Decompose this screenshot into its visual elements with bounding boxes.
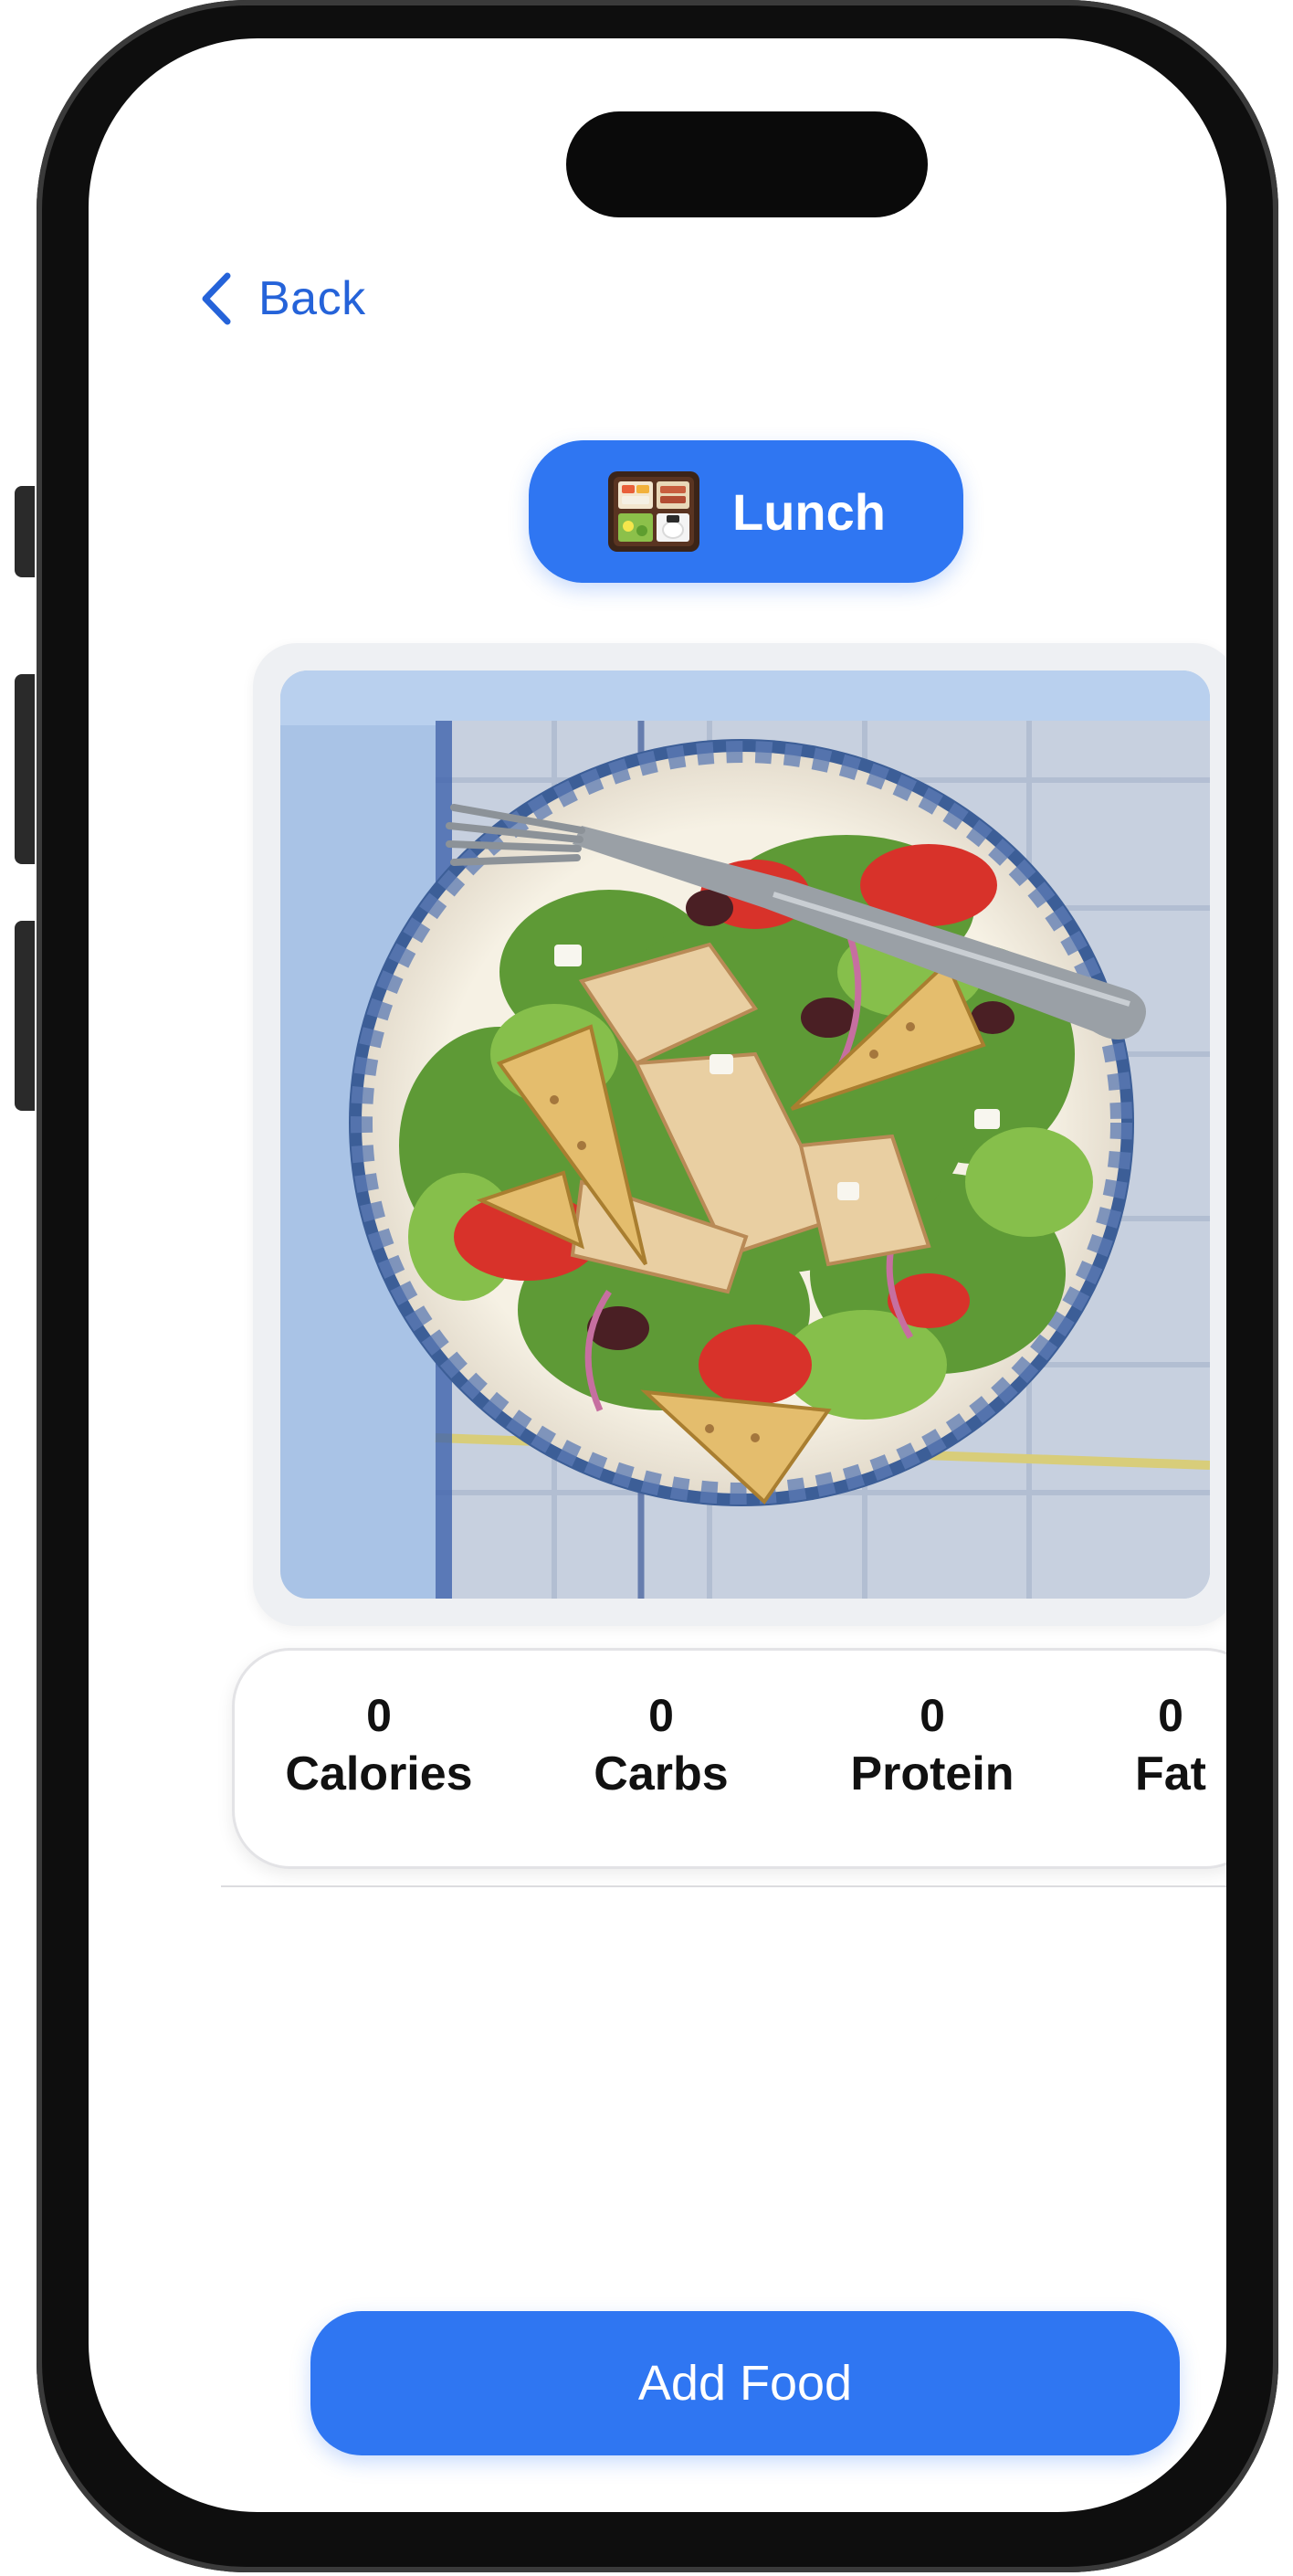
chevron-left-icon	[202, 272, 231, 325]
section-divider	[221, 1885, 1226, 1887]
meal-type-button[interactable]: Lunch	[529, 440, 963, 583]
meal-photo-card	[253, 643, 1226, 1626]
bento-box-icon	[608, 471, 699, 552]
volume-up-button	[15, 674, 35, 864]
stat-protein: 0 Protein	[850, 1687, 1014, 1804]
dynamic-island	[566, 111, 928, 217]
stat-value: 0	[366, 1690, 392, 1741]
stat-label: Carbs	[594, 1747, 729, 1800]
stat-calories: 0 Calories	[285, 1687, 472, 1804]
back-label: Back	[258, 272, 366, 325]
stat-carbs: 0 Carbs	[594, 1687, 728, 1804]
salad-photo[interactable]	[280, 670, 1210, 1599]
stat-fat: 0 Fat	[1135, 1687, 1206, 1804]
salad-bowl-image	[280, 670, 1210, 1599]
stat-value: 0	[648, 1690, 674, 1741]
meal-label: Lunch	[732, 482, 886, 541]
back-button[interactable]: Back	[198, 267, 366, 331]
stat-label: Calories	[285, 1747, 473, 1800]
nutrition-summary: 0 Calories 0 Carbs 0 Protein 0 Fat	[232, 1648, 1226, 1869]
stat-label: Fat	[1135, 1747, 1206, 1800]
stat-label: Protein	[850, 1747, 1014, 1800]
app-screenshot: Back Lunch 0 Calories 0 Carbs 0 Protein …	[0, 0, 1293, 2576]
app-screen: Back Lunch 0 Calories 0 Carbs 0 Protein …	[89, 38, 1226, 2512]
action-button	[15, 486, 35, 577]
add-food-button[interactable]: Add Food	[310, 2311, 1180, 2455]
stat-value: 0	[1158, 1690, 1183, 1741]
volume-down-button	[15, 921, 35, 1111]
stat-value: 0	[920, 1690, 945, 1741]
